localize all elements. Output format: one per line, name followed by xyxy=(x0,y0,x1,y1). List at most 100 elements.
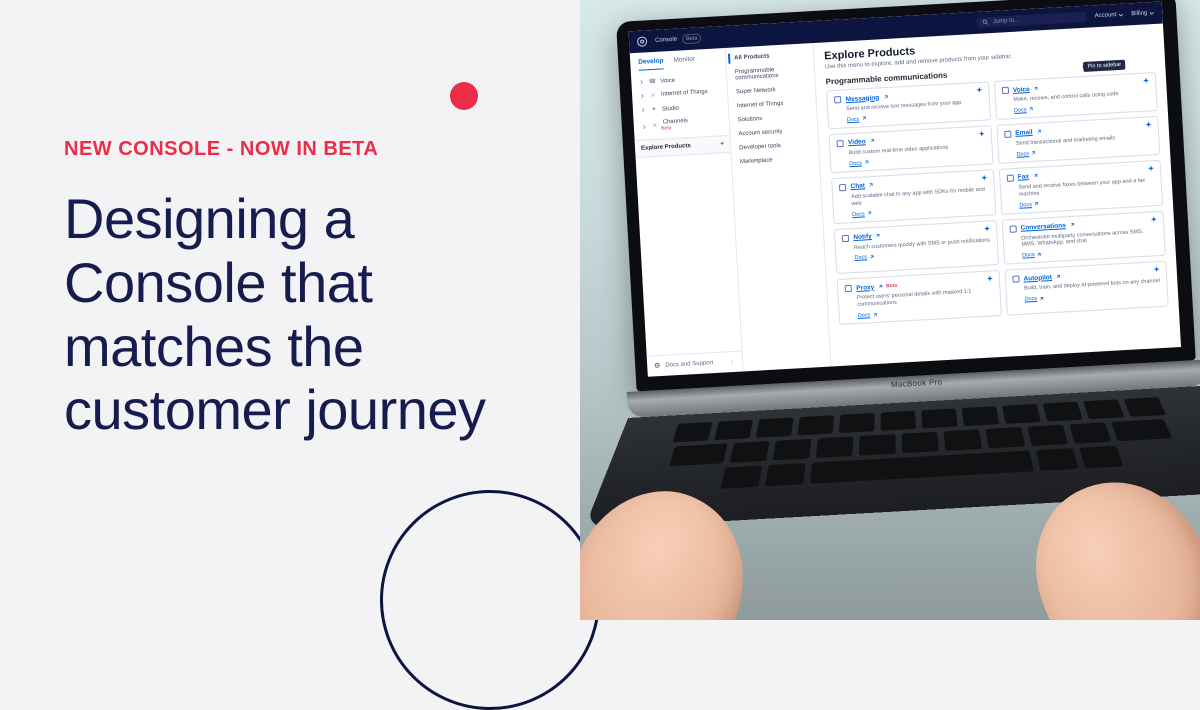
external-icon xyxy=(870,139,875,144)
external-icon xyxy=(1056,274,1061,279)
voice-icon: ☎ xyxy=(648,78,656,85)
product-icon xyxy=(844,284,852,292)
product-card[interactable]: ChatAdd scalable chat to any app with SD… xyxy=(831,169,996,224)
search-icon xyxy=(983,19,989,25)
external-icon xyxy=(1037,252,1042,257)
product-icon xyxy=(1003,130,1011,138)
photo-scene: Console Beta Jump to… Account Billing xyxy=(580,0,1200,620)
product-link[interactable]: Fax xyxy=(1018,173,1030,181)
cat-iot[interactable]: Internet of Things xyxy=(735,97,810,111)
promo-eyebrow: NEW CONSOLE - NOW IN BETA xyxy=(64,138,556,161)
more-icon[interactable]: ⋮ xyxy=(729,358,736,365)
search-input[interactable]: Jump to… xyxy=(977,12,1087,28)
sidebar-item-channels[interactable]: ≡ ChannelsBeta xyxy=(637,113,725,136)
product-card[interactable]: FaxSend and receive faxes between your a… xyxy=(998,160,1163,215)
product-link[interactable]: Notify xyxy=(853,233,872,241)
accent-dot xyxy=(450,82,478,110)
product-link[interactable]: Video xyxy=(848,139,866,147)
product-card[interactable]: AutopilotBuild, train, and deploy AI-pow… xyxy=(1004,261,1169,316)
pin-icon[interactable] xyxy=(1153,266,1160,273)
channels-icon: ≡ xyxy=(651,123,659,129)
docs-link[interactable]: Docs xyxy=(854,254,874,261)
docs-link[interactable]: Docs xyxy=(847,116,867,123)
external-icon xyxy=(861,117,866,122)
docs-link[interactable]: Docs xyxy=(1024,296,1044,303)
product-card[interactable]: ProxyBetaProtect users' personal details… xyxy=(837,270,1002,325)
promo-headline: Designing a Console that matches the cus… xyxy=(64,187,556,442)
cat-account-security[interactable]: Account security xyxy=(736,125,811,139)
cat-all-products[interactable]: All Products xyxy=(728,49,807,63)
product-link[interactable]: Voice xyxy=(1013,86,1030,94)
product-icon xyxy=(836,139,844,147)
product-card[interactable]: NotifyReach customers quickly with SMS o… xyxy=(834,220,999,275)
billing-menu[interactable]: Billing xyxy=(1131,10,1154,17)
breadcrumb-console[interactable]: Console xyxy=(655,37,677,44)
cat-dev-tools[interactable]: Developer tools xyxy=(737,139,812,153)
pin-icon[interactable] xyxy=(1151,216,1158,223)
laptop-brand: MacBook Pro xyxy=(891,377,943,389)
chevron-down-icon xyxy=(1118,12,1123,17)
docs-link[interactable]: Docs xyxy=(858,312,878,319)
external-icon xyxy=(876,234,881,239)
brand-logo-icon[interactable] xyxy=(637,36,648,47)
external-icon xyxy=(1070,223,1075,228)
external-icon xyxy=(1034,202,1039,207)
product-icon xyxy=(841,234,849,242)
pin-icon[interactable] xyxy=(1148,165,1155,172)
docs-link[interactable]: Docs xyxy=(1019,201,1039,208)
product-link[interactable]: Chat xyxy=(850,183,865,191)
product-card[interactable]: VideoBuild custom real-time video applic… xyxy=(829,125,993,173)
docs-link[interactable]: Docs xyxy=(1022,252,1042,259)
cat-marketplace[interactable]: Marketplace xyxy=(738,153,813,167)
external-icon xyxy=(869,183,874,188)
pin-icon[interactable] xyxy=(976,87,983,94)
product-card[interactable]: EmailSend transactional and marketing em… xyxy=(996,116,1160,164)
external-icon xyxy=(1028,107,1033,112)
external-icon xyxy=(878,284,883,289)
chevron-right-icon xyxy=(642,124,647,129)
account-menu[interactable]: Account xyxy=(1095,12,1124,20)
external-icon xyxy=(1031,151,1036,156)
pin-icon[interactable] xyxy=(981,174,988,181)
pin-icon[interactable] xyxy=(1143,77,1150,84)
docs-link[interactable]: Docs xyxy=(849,160,869,167)
laptop-screen: Console Beta Jump to… Account Billing xyxy=(629,2,1181,377)
external-icon xyxy=(864,160,869,165)
cat-super-network[interactable]: Super Network xyxy=(734,83,809,97)
search-placeholder: Jump to… xyxy=(993,17,1021,25)
pin-icon[interactable] xyxy=(983,225,990,232)
product-link[interactable]: Autopilot xyxy=(1023,274,1052,283)
external-icon xyxy=(1037,130,1042,135)
chevron-down-icon xyxy=(1149,10,1154,15)
docs-link[interactable]: Docs xyxy=(1016,151,1036,158)
pin-icon[interactable] xyxy=(986,276,993,283)
pin-icon[interactable] xyxy=(1145,121,1152,128)
product-icon xyxy=(1001,86,1009,94)
plus-icon: + xyxy=(720,141,724,147)
main-content: Explore Products Use this menu to explor… xyxy=(813,23,1181,366)
product-icon xyxy=(1011,275,1019,283)
studio-icon: ✦ xyxy=(650,106,658,113)
product-icon xyxy=(1006,174,1014,182)
chevron-right-icon xyxy=(641,107,646,112)
pin-icon[interactable] xyxy=(978,130,985,137)
docs-support-link[interactable]: Docs and Support xyxy=(665,360,713,369)
iot-icon: ⚛ xyxy=(649,92,657,99)
product-link[interactable]: Email xyxy=(1015,129,1033,137)
external-icon xyxy=(1034,86,1039,91)
product-card[interactable]: ConversationsOrchestrate multiparty conv… xyxy=(1001,210,1166,265)
docs-link[interactable]: Docs xyxy=(852,211,872,218)
docs-link[interactable]: Docs xyxy=(1014,107,1034,114)
product-card[interactable]: VoiceMake, receive, and control calls us… xyxy=(993,72,1157,120)
external-icon xyxy=(1033,174,1038,179)
cat-solutions[interactable]: Solutions xyxy=(735,111,810,125)
product-link[interactable]: Proxy xyxy=(856,284,874,292)
product-link[interactable]: Conversations xyxy=(1020,222,1065,232)
cat-prog-comm[interactable]: Programmable communications xyxy=(733,63,809,83)
product-card[interactable]: MessagingSend and receive text messages … xyxy=(826,81,990,129)
product-link[interactable]: Messaging xyxy=(845,94,879,103)
external-icon xyxy=(869,255,874,260)
external-icon xyxy=(872,312,877,317)
chevron-right-icon xyxy=(639,80,644,85)
gear-icon xyxy=(653,361,662,371)
